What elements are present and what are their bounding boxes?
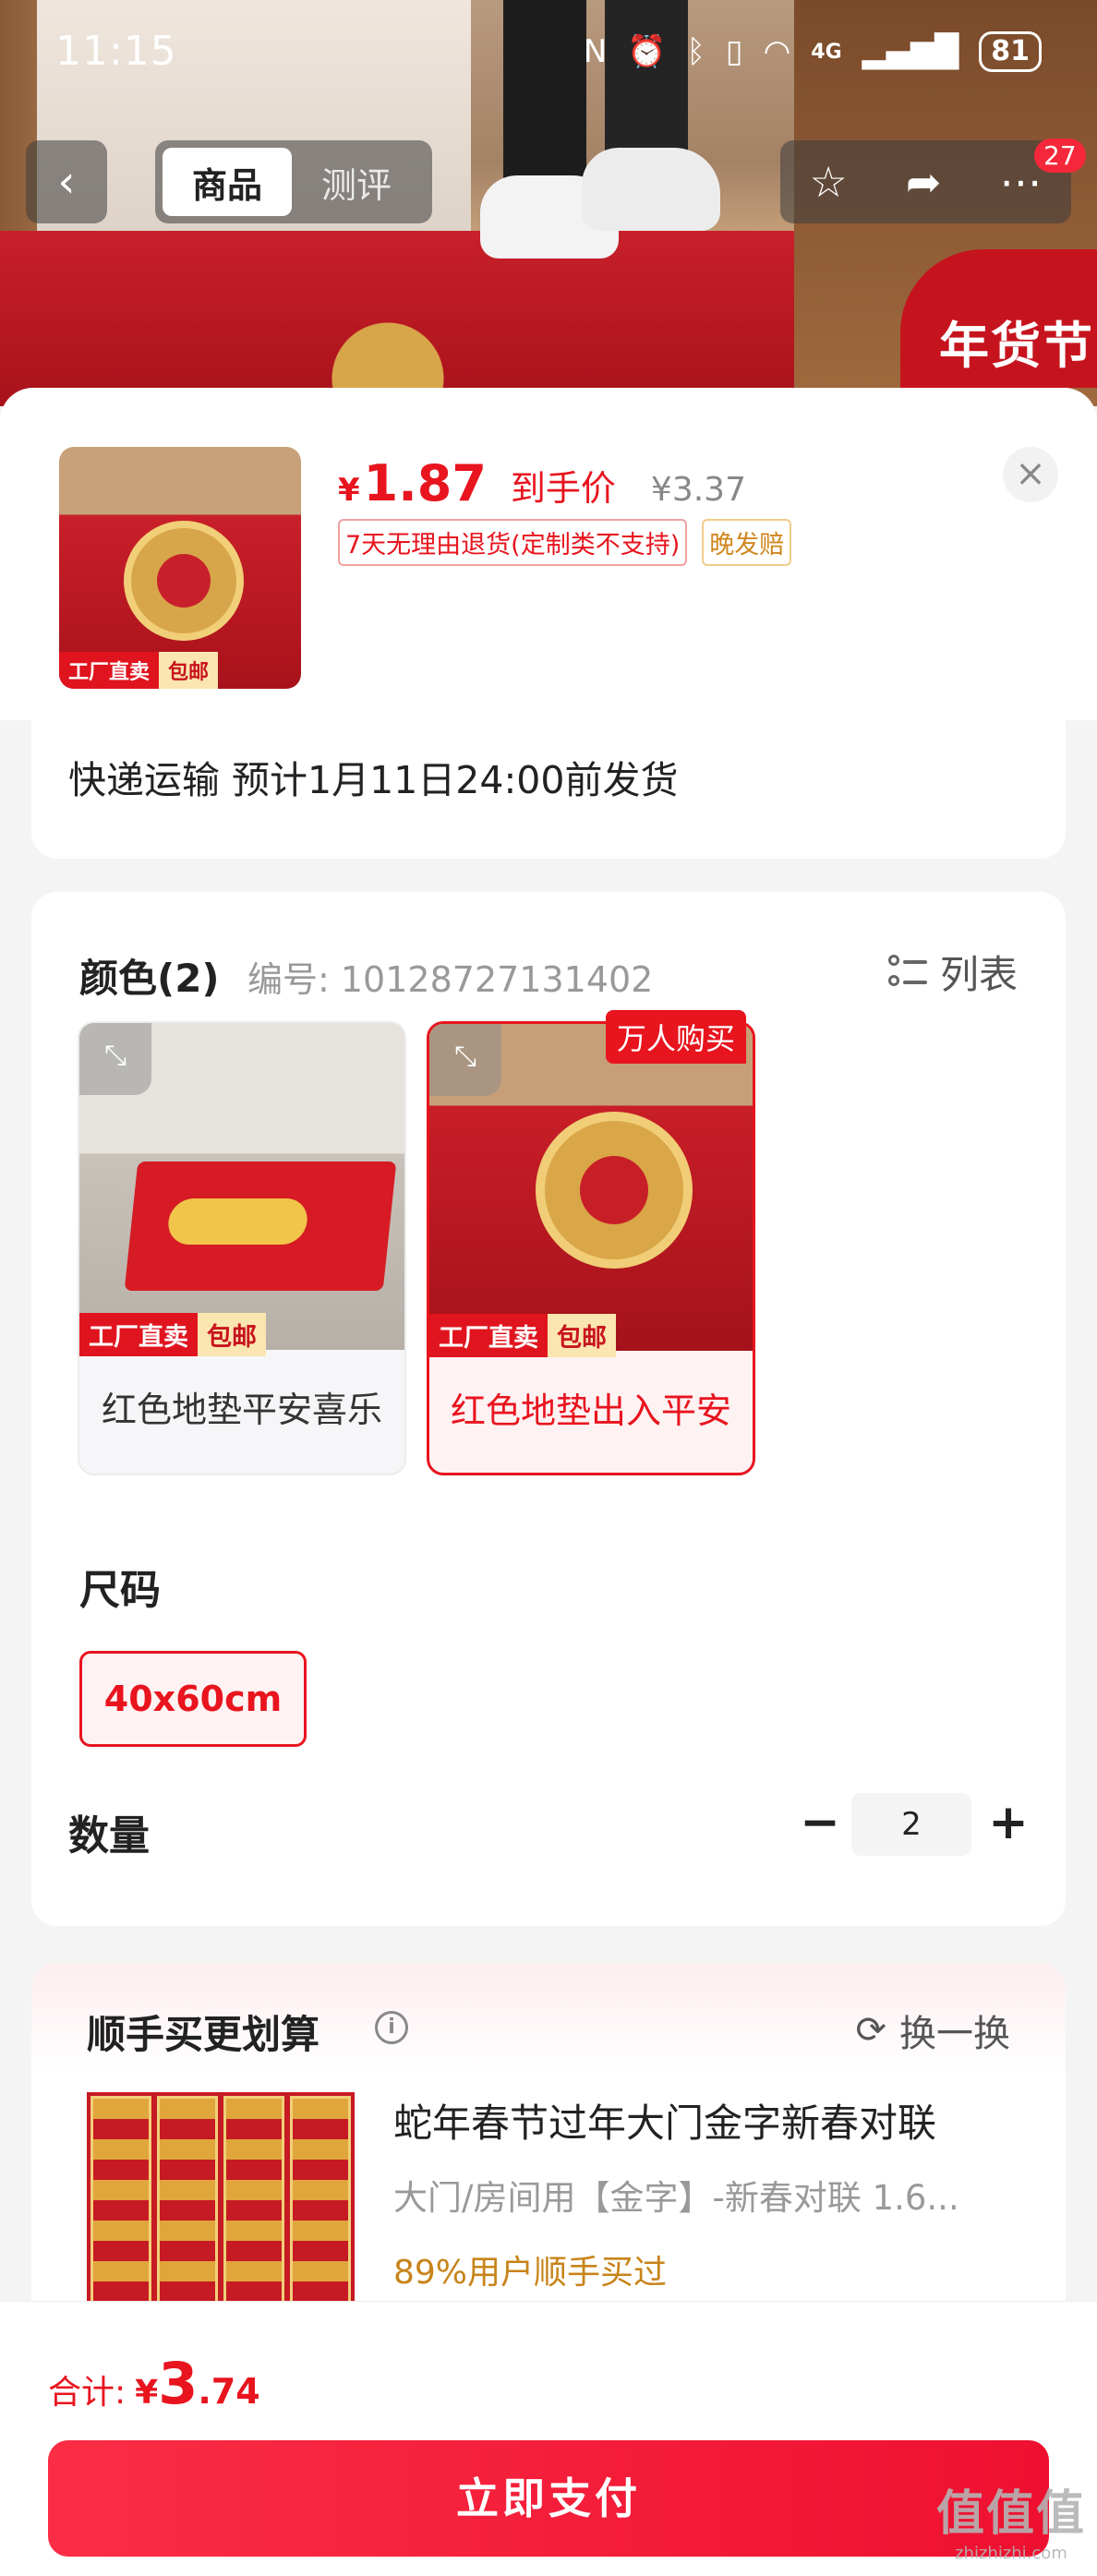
- price-label: 到手价: [510, 468, 616, 509]
- watermark-main: 值值值: [935, 2486, 1086, 2542]
- chevron-left-icon: ‹: [57, 156, 76, 208]
- bluetooth-icon: ᛒ: [686, 33, 705, 70]
- total-integer: 3: [158, 2350, 199, 2417]
- color-title: 颜色(2): [79, 956, 220, 1001]
- product-thumbnail[interactable]: 工厂直卖 包邮: [59, 447, 301, 689]
- vibrate-icon: ▯: [725, 33, 743, 70]
- battery-icon: 81: [979, 31, 1042, 72]
- shipping-info: 快递运输 预计1月11日24:00前发货: [31, 720, 1066, 859]
- more-icon[interactable]: ⋯: [999, 157, 1042, 207]
- tab-switcher: 商品 测评: [155, 140, 432, 223]
- status-bar: 11:15 N ⏰ ᛒ ▯ ◠ 4G ▂▄▆█ 81: [0, 0, 1097, 102]
- upsell-item-rate: 89%用户顺手买过: [393, 2254, 668, 2292]
- size-option[interactable]: 40x60cm: [79, 1651, 307, 1747]
- options-card: 颜色(2) 编号: 10128727131402 列表 ⤡ 工厂直卖 包邮 红色…: [31, 892, 1066, 1926]
- total-decimal: .74: [198, 2371, 260, 2412]
- signal-4g-icon: ▂▄▆█: [862, 33, 959, 70]
- star-icon[interactable]: ☆: [810, 157, 848, 207]
- refresh-icon: ⟳: [855, 2009, 886, 2052]
- alarm-icon: ⏰: [627, 33, 667, 70]
- top-actions: ☆ ➦ ⋯: [780, 140, 1071, 223]
- policy-tags: 7天无理由退货(定制类不支持) 晚发赔: [338, 519, 792, 566]
- swap-button[interactable]: ⟳ 换一换: [855, 2004, 1010, 2057]
- nfc-icon: N: [583, 33, 608, 70]
- price-value: 1.87: [363, 454, 487, 512]
- variant-label: 红色地垫平安喜乐: [101, 1390, 382, 1430]
- quantity-title: 数量: [68, 1812, 150, 1860]
- price-currency: ¥: [338, 472, 360, 509]
- size-title: 尺码: [79, 1567, 161, 1614]
- total-label: 合计:: [48, 2374, 127, 2412]
- info-icon[interactable]: i: [375, 2011, 408, 2044]
- watermark-logo: 值值值 zhizhizhi.com: [936, 2474, 1086, 2563]
- wifi-icon: ◠: [763, 33, 791, 70]
- share-icon[interactable]: ➦: [906, 157, 942, 207]
- quantity-decrease-button[interactable]: −: [792, 1797, 848, 1852]
- return-policy-tag: 7天无理由退货(定制类不支持): [338, 519, 688, 566]
- sheet-header: 工厂直卖 包邮 ¥ 1.87 到手价 ¥3.37 7天无理由退货(定制类不支持)…: [0, 388, 1097, 720]
- expand-icon[interactable]: ⤡: [429, 1024, 501, 1096]
- sku-sheet: 工厂直卖 包邮 ¥ 1.87 到手价 ¥3.37 7天无理由退货(定制类不支持)…: [0, 388, 1097, 2576]
- tab-review[interactable]: 测评: [292, 148, 421, 216]
- upsell-title: 顺手买更划算: [87, 2012, 320, 2057]
- expand-icon[interactable]: ⤡: [79, 1023, 151, 1095]
- close-icon: ×: [1015, 452, 1046, 495]
- quantity-increase-button[interactable]: +: [981, 1797, 1036, 1852]
- status-icons: N ⏰ ᛒ ▯ ◠ 4G ▂▄▆█ 81: [584, 31, 1042, 72]
- original-price: ¥3.37: [650, 471, 746, 509]
- list-view-toggle[interactable]: 列表: [887, 944, 1018, 1000]
- variant-option-1[interactable]: ⤡ 工厂直卖 包邮 红色地垫平安喜乐: [78, 1021, 406, 1475]
- late-ship-compensation-tag: 晚发赔: [702, 519, 792, 566]
- quantity-input[interactable]: 2: [851, 1793, 971, 1856]
- notification-badge: 27: [1034, 138, 1086, 173]
- festival-badge: 年货节: [900, 249, 1097, 388]
- checkout-bar: 合计: ¥ 3 .74 立即支付 值值值 zhizhizhi.com: [0, 2301, 1097, 2576]
- upsell-item-subtitle: 大门/房间用【金字】-新春对联 1.6...: [393, 2178, 959, 2218]
- swap-label: 换一换: [899, 2013, 1010, 2055]
- price-line: ¥ 1.87 到手价 ¥3.37: [338, 454, 746, 512]
- tab-product[interactable]: 商品: [163, 148, 292, 216]
- back-button[interactable]: ‹: [26, 140, 107, 223]
- variant-label: 红色地垫出入平安: [450, 1390, 731, 1431]
- total-price: 合计: ¥ 3 .74: [48, 2350, 260, 2417]
- tag-free-shipping: 包邮: [159, 652, 219, 689]
- upsell-item-name[interactable]: 蛇年春节过年大门金字新春对联: [393, 2092, 1031, 2149]
- variant-option-2[interactable]: ⤡ 工厂直卖 包邮 红色地垫出入平安: [427, 1021, 755, 1475]
- list-icon: [887, 953, 927, 992]
- popular-badge: 万人购买: [606, 1010, 747, 1064]
- tag-factory: 工厂直卖: [59, 652, 160, 689]
- watermark-sub: zhizhizhi.com: [955, 2544, 1067, 2563]
- pay-now-button[interactable]: 立即支付: [48, 2440, 1049, 2557]
- network-label: 4G: [811, 40, 842, 64]
- product-code: 编号: 10128727131402: [247, 959, 654, 1000]
- status-time: 11:15: [55, 28, 177, 75]
- total-currency: ¥: [135, 2374, 159, 2412]
- list-label: 列表: [939, 952, 1018, 997]
- close-button[interactable]: ×: [1003, 447, 1058, 502]
